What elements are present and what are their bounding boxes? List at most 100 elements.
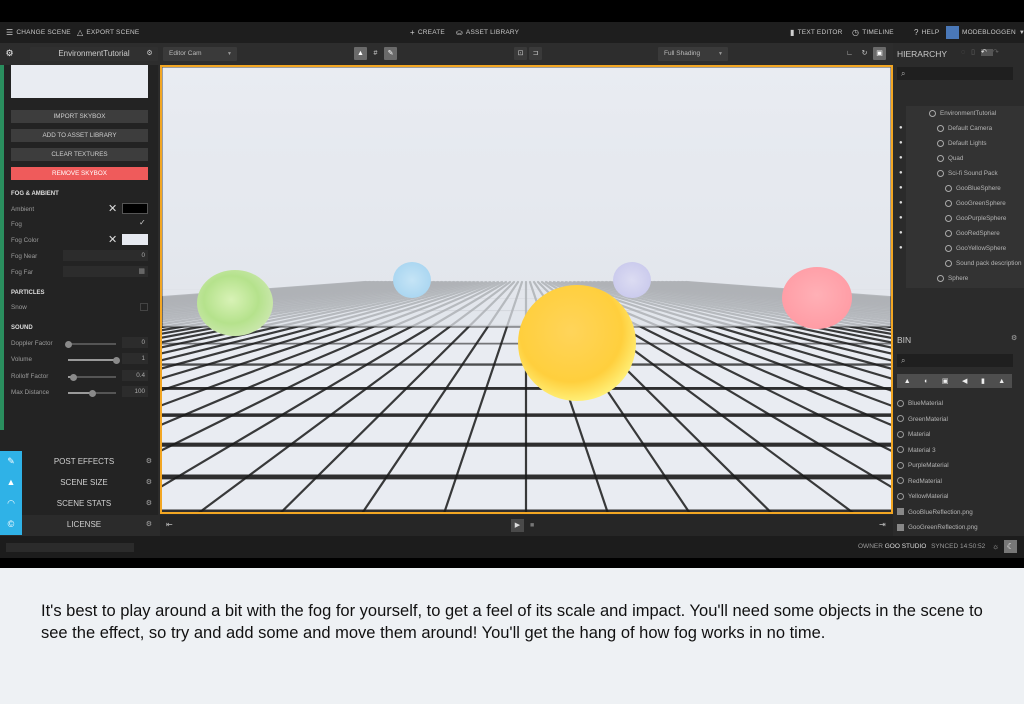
post-effects-accordion[interactable]: ✎ POST EFFECTS ⚙ bbox=[0, 451, 158, 472]
remove-skybox-button[interactable]: REMOVE SKYBOX bbox=[11, 167, 148, 180]
scene-viewport[interactable] bbox=[160, 65, 893, 514]
add-to-asset-library-button[interactable]: ADD TO ASSET LIBRARY bbox=[11, 129, 148, 142]
visibility-eye-icon[interactable]: ● bbox=[899, 151, 903, 166]
link-icon[interactable]: ◌ bbox=[961, 49, 971, 56]
scene-stats-accordion[interactable]: ◠ SCENE STATS ⚙ bbox=[0, 493, 158, 514]
texture-filter-icon[interactable]: ▣ bbox=[942, 377, 949, 385]
hierarchy-item[interactable]: ● GooRedSphere bbox=[893, 226, 1024, 241]
visibility-eye-icon[interactable]: ● bbox=[899, 226, 903, 241]
snap-icon[interactable]: ⊐ bbox=[529, 47, 542, 60]
gear-icon[interactable]: ⚙ bbox=[146, 493, 152, 514]
gear-icon[interactable]: ⚙ bbox=[146, 514, 152, 535]
hierarchy-item[interactable]: ● Quad bbox=[893, 151, 1024, 166]
hierarchy-item[interactable]: Sound pack description bbox=[893, 256, 1024, 271]
scene-size-accordion[interactable]: ▲ SCENE SIZE ⚙ bbox=[0, 472, 158, 493]
help-button[interactable]: ? HELP bbox=[914, 28, 939, 37]
fog-checkbox[interactable]: ✓ bbox=[139, 218, 146, 227]
moon-icon[interactable]: ☾ bbox=[1004, 540, 1017, 553]
clear-fog-color-icon[interactable]: ✕ bbox=[108, 233, 117, 246]
snow-checkbox[interactable] bbox=[140, 303, 148, 311]
visibility-eye-icon[interactable]: ● bbox=[899, 196, 903, 211]
play-button[interactable]: ▶ bbox=[511, 519, 524, 532]
export-scene-button[interactable]: △ EXPORT SCENE bbox=[77, 28, 139, 37]
change-scene-button[interactable]: ☰ CHANGE SCENE bbox=[6, 28, 71, 37]
bin-item[interactable]: BlueMaterial bbox=[897, 396, 943, 411]
volume-slider[interactable] bbox=[68, 356, 120, 364]
hierarchy-item[interactable]: ● GooYellowSphere bbox=[893, 241, 1024, 256]
scene-filter-icon[interactable]: ▲ bbox=[998, 378, 1005, 385]
hierarchy-item[interactable]: ● GooBlueSphere bbox=[893, 181, 1024, 196]
scene-name-field[interactable]: EnvironmentTutorial bbox=[30, 47, 158, 61]
text-editor-button[interactable]: ▮ TEXT EDITOR bbox=[790, 28, 843, 37]
redo-icon[interactable]: ↷ bbox=[993, 49, 1005, 56]
bin-search[interactable]: ⌕ bbox=[897, 354, 1013, 367]
fit-icon[interactable]: ⊡ bbox=[514, 47, 527, 60]
fullscreen-icon[interactable]: ▣ bbox=[873, 47, 886, 60]
purple-sphere[interactable] bbox=[613, 262, 651, 298]
exit-icon[interactable]: ⇤ bbox=[166, 520, 173, 529]
blue-sphere[interactable] bbox=[393, 262, 431, 298]
bin-item[interactable]: Material bbox=[897, 427, 930, 442]
green-sphere[interactable] bbox=[197, 270, 273, 336]
hierarchy-item[interactable]: EnvironmentTutorial bbox=[893, 106, 1024, 121]
import-skybox-button[interactable]: IMPORT SKYBOX bbox=[11, 110, 148, 123]
visibility-eye-icon[interactable]: ● bbox=[899, 121, 903, 136]
visibility-eye-icon[interactable]: ● bbox=[899, 166, 903, 181]
bin-item[interactable]: GooBlueReflection.png bbox=[897, 505, 973, 520]
hierarchy-search[interactable]: ⌕ bbox=[897, 67, 1013, 80]
refresh-icon[interactable]: ↻ bbox=[858, 47, 871, 60]
landscape-icon[interactable]: ▲ bbox=[354, 47, 367, 60]
rolloff-factor-slider[interactable] bbox=[68, 373, 116, 381]
fog-far-input[interactable]: ▦ bbox=[63, 266, 148, 277]
sun-icon[interactable]: ☼ bbox=[989, 540, 1002, 553]
doppler-factor-slider[interactable] bbox=[65, 340, 116, 348]
trash-icon[interactable]: ▯ bbox=[971, 49, 981, 56]
doppler-factor-value[interactable]: 0 bbox=[122, 337, 148, 348]
settings-gear-icon[interactable]: ⚙ bbox=[3, 47, 16, 60]
timeline-button[interactable]: ◷ TIMELINE bbox=[852, 28, 894, 37]
hierarchy-item[interactable]: ● Sci-fi Sound Pack bbox=[893, 166, 1024, 181]
script-filter-icon[interactable]: ▮ bbox=[981, 377, 985, 385]
entity-filter-icon[interactable]: ▲ bbox=[904, 378, 911, 385]
rolloff-factor-value[interactable]: 0.4 bbox=[122, 370, 148, 381]
gear-icon[interactable]: ⚙ bbox=[146, 472, 152, 493]
ambient-color-swatch[interactable] bbox=[122, 203, 148, 214]
license-accordion[interactable]: © LICENSE ⚙ bbox=[0, 514, 158, 535]
clear-textures-button[interactable]: CLEAR TEXTURES bbox=[11, 148, 148, 161]
stop-icon[interactable]: ■ bbox=[530, 519, 534, 532]
user-menu[interactable]: MODEBLOGGEN ▼ bbox=[946, 26, 1024, 39]
grid-icon[interactable]: # bbox=[369, 47, 382, 60]
hierarchy-item[interactable]: ● Default Camera bbox=[893, 121, 1024, 136]
corner-icon[interactable]: ∟ bbox=[843, 47, 856, 60]
bin-item[interactable]: PurpleMaterial bbox=[897, 458, 949, 473]
fog-near-input[interactable]: 0 bbox=[63, 250, 148, 261]
bin-item[interactable]: YellowMaterial bbox=[897, 489, 948, 504]
visibility-eye-icon[interactable]: ● bbox=[899, 241, 903, 256]
wand-tool-icon[interactable]: ✎ bbox=[384, 47, 397, 60]
volume-value[interactable]: 1 bbox=[122, 353, 148, 364]
camera-select[interactable]: Editor Cam ▼ bbox=[163, 47, 237, 61]
create-button[interactable]: + CREATE bbox=[410, 28, 445, 37]
max-distance-slider[interactable] bbox=[68, 389, 116, 397]
clear-ambient-icon[interactable]: ✕ bbox=[108, 202, 117, 215]
visibility-eye-icon[interactable]: ● bbox=[899, 136, 903, 151]
max-distance-value[interactable]: 100 bbox=[122, 386, 148, 397]
shading-select[interactable]: Full Shading ▼ bbox=[658, 47, 728, 61]
bin-item[interactable]: GooGreenReflection.png bbox=[897, 520, 978, 535]
visibility-eye-icon[interactable]: ● bbox=[899, 181, 903, 196]
asset-library-button[interactable]: ⛀ ASSET LIBRARY bbox=[456, 28, 519, 37]
hierarchy-item[interactable]: ● GooGreenSphere bbox=[893, 196, 1024, 211]
bin-item[interactable]: RedMaterial bbox=[897, 474, 942, 489]
hierarchy-item[interactable]: ● Default Lights bbox=[893, 136, 1024, 151]
hierarchy-item[interactable]: ● GooPurpleSphere bbox=[893, 211, 1024, 226]
scene-settings-icon[interactable]: ⚙ bbox=[143, 47, 156, 60]
material-filter-icon[interactable]: ◐ bbox=[924, 378, 928, 385]
bin-item[interactable]: GreenMaterial bbox=[897, 412, 948, 427]
hierarchy-item[interactable]: Sphere bbox=[893, 271, 1024, 286]
yellow-sphere[interactable] bbox=[518, 285, 636, 401]
bin-settings-icon[interactable]: ⚙ bbox=[1011, 334, 1017, 342]
fog-color-swatch[interactable] bbox=[122, 234, 148, 245]
red-sphere[interactable] bbox=[782, 267, 852, 329]
undo-icon[interactable]: ↶ bbox=[981, 49, 993, 56]
sound-filter-icon[interactable]: ◀ bbox=[962, 377, 967, 385]
